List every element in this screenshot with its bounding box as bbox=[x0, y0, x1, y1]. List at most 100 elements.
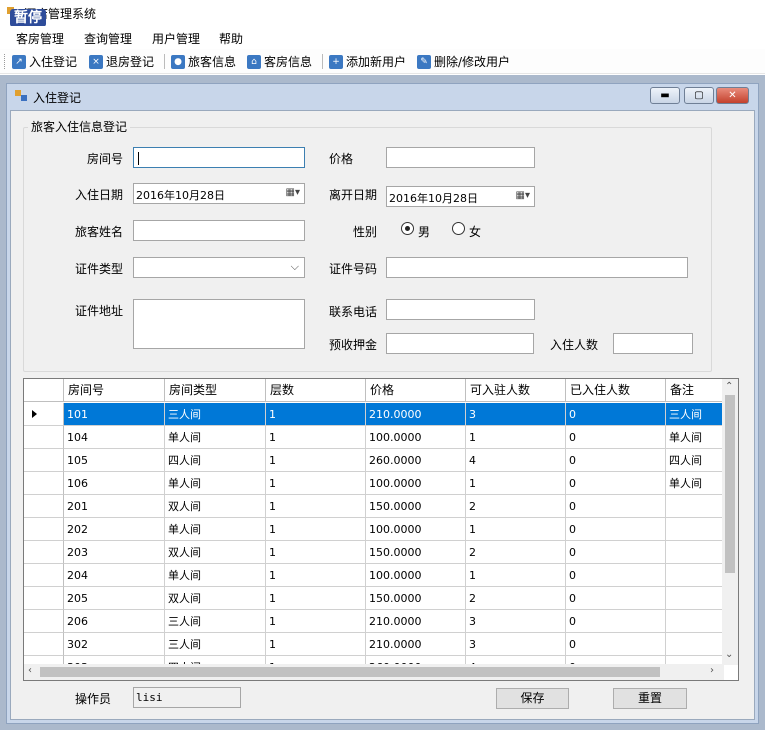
toolbar-edit-user-button[interactable]: ✎ 删除/修改用户 bbox=[417, 52, 510, 71]
cell-remark[interactable] bbox=[666, 541, 724, 564]
table-row[interactable]: 206 三人间 1 210.0000 3 0 bbox=[24, 610, 724, 633]
cell-room-type[interactable]: 三人间 bbox=[165, 633, 266, 656]
cell-room-type[interactable]: 单人间 bbox=[165, 472, 266, 495]
cell-occupied[interactable]: 0 bbox=[566, 610, 666, 633]
cell-floor[interactable]: 1 bbox=[266, 472, 366, 495]
cell-room-no[interactable]: 106 bbox=[64, 472, 165, 495]
cell-floor[interactable]: 1 bbox=[266, 518, 366, 541]
col-header-room-type[interactable]: 房间类型 bbox=[165, 379, 266, 402]
row-header[interactable] bbox=[24, 610, 64, 633]
gender-male-radio[interactable] bbox=[401, 222, 414, 235]
cell-room-no[interactable]: 101 bbox=[64, 403, 165, 426]
cell-occupied[interactable]: 0 bbox=[566, 472, 666, 495]
horizontal-scroll-thumb[interactable] bbox=[40, 667, 660, 677]
scroll-down-icon[interactable]: ⌄ bbox=[725, 649, 733, 660]
cell-price[interactable]: 100.0000 bbox=[366, 564, 466, 587]
cell-room-type[interactable]: 双人间 bbox=[165, 541, 266, 564]
vertical-scroll-thumb[interactable] bbox=[725, 395, 735, 573]
cell-room-type[interactable]: 双人间 bbox=[165, 587, 266, 610]
cell-remark[interactable] bbox=[666, 564, 724, 587]
row-header[interactable] bbox=[24, 518, 64, 541]
chevron-down-icon[interactable]: ⌵ bbox=[291, 260, 299, 274]
cell-room-type[interactable]: 三人间 bbox=[165, 610, 266, 633]
cell-price[interactable]: 150.0000 bbox=[366, 495, 466, 518]
cell-occupied[interactable]: 0 bbox=[566, 587, 666, 610]
maximize-button[interactable]: ▢ bbox=[684, 87, 714, 104]
cell-remark[interactable]: 三人间 bbox=[666, 403, 724, 426]
gender-male-label[interactable]: 男 bbox=[418, 223, 430, 240]
cell-capacity[interactable]: 2 bbox=[466, 587, 566, 610]
scroll-left-icon[interactable]: ‹ bbox=[28, 665, 32, 676]
cell-capacity[interactable]: 3 bbox=[466, 633, 566, 656]
table-row[interactable]: 203 双人间 1 150.0000 2 0 bbox=[24, 541, 724, 564]
col-header-room-no[interactable]: 房间号 bbox=[64, 379, 165, 402]
table-row[interactable]: 302 三人间 1 210.0000 3 0 bbox=[24, 633, 724, 656]
save-button[interactable]: 保存 bbox=[496, 688, 569, 709]
gender-female-label[interactable]: 女 bbox=[469, 223, 481, 240]
cell-occupied[interactable]: 0 bbox=[566, 426, 666, 449]
cell-floor[interactable]: 1 bbox=[266, 633, 366, 656]
id-type-select[interactable]: ⌵ bbox=[133, 257, 305, 278]
row-header[interactable] bbox=[24, 564, 64, 587]
cell-capacity[interactable]: 1 bbox=[466, 472, 566, 495]
cell-price[interactable]: 100.0000 bbox=[366, 518, 466, 541]
cell-remark[interactable] bbox=[666, 518, 724, 541]
row-header[interactable] bbox=[24, 633, 64, 656]
cell-capacity[interactable]: 4 bbox=[466, 449, 566, 472]
col-header-occupied[interactable]: 已入住人数 bbox=[566, 379, 666, 402]
cell-room-no[interactable]: 104 bbox=[64, 426, 165, 449]
toolbar-checkout-button[interactable]: × 退房登记 bbox=[89, 52, 154, 71]
cell-capacity[interactable]: 1 bbox=[466, 518, 566, 541]
toolbar-grip[interactable] bbox=[4, 54, 7, 69]
room-data-grid[interactable]: 房间号 房间类型 层数 价格 可入驻人数 已入住人数 备注 101 三人间 1 210… bbox=[23, 378, 739, 681]
deposit-input[interactable] bbox=[386, 333, 534, 354]
col-header-floor[interactable]: 层数 bbox=[266, 379, 366, 402]
phone-input[interactable] bbox=[386, 299, 535, 320]
guest-count-input[interactable] bbox=[613, 333, 693, 354]
cell-price[interactable]: 150.0000 bbox=[366, 541, 466, 564]
cell-room-no[interactable]: 206 bbox=[64, 610, 165, 633]
cell-price[interactable]: 210.0000 bbox=[366, 610, 466, 633]
cell-price[interactable]: 100.0000 bbox=[366, 472, 466, 495]
cell-occupied[interactable]: 0 bbox=[566, 495, 666, 518]
toolbar-checkin-button[interactable]: ↗ 入住登记 bbox=[12, 52, 77, 71]
close-button[interactable]: ✕ bbox=[716, 87, 749, 104]
cell-remark[interactable] bbox=[666, 610, 724, 633]
row-header[interactable] bbox=[24, 541, 64, 564]
table-row[interactable]: 201 双人间 1 150.0000 2 0 bbox=[24, 495, 724, 518]
menu-user-management[interactable]: 用户管理 bbox=[152, 30, 200, 47]
cell-floor[interactable]: 1 bbox=[266, 541, 366, 564]
cell-floor[interactable]: 1 bbox=[266, 426, 366, 449]
table-row[interactable]: 104 单人间 1 100.0000 1 0 单人间 bbox=[24, 426, 724, 449]
cell-room-type[interactable]: 四人间 bbox=[165, 449, 266, 472]
cell-floor[interactable]: 1 bbox=[266, 587, 366, 610]
room-no-input[interactable] bbox=[133, 147, 305, 168]
cell-remark[interactable] bbox=[666, 587, 724, 610]
scroll-up-icon[interactable]: ⌃ bbox=[725, 381, 733, 392]
row-header[interactable] bbox=[24, 495, 64, 518]
row-header[interactable] bbox=[24, 472, 64, 495]
col-header-price[interactable]: 价格 bbox=[366, 379, 466, 402]
cell-floor[interactable]: 1 bbox=[266, 610, 366, 633]
toolbar-add-user-button[interactable]: + 添加新用户 bbox=[329, 52, 406, 71]
toolbar-guest-info-button[interactable]: ● 旅客信息 bbox=[171, 52, 236, 71]
cell-price[interactable]: 210.0000 bbox=[366, 403, 466, 426]
checkout-date-picker[interactable]: 2016年10月28日 ▦▾ bbox=[386, 186, 535, 207]
cell-capacity[interactable]: 3 bbox=[466, 610, 566, 633]
cell-floor[interactable]: 1 bbox=[266, 403, 366, 426]
reset-button[interactable]: 重置 bbox=[613, 688, 687, 709]
cell-occupied[interactable]: 0 bbox=[566, 541, 666, 564]
toolbar-room-info-button[interactable]: ⌂ 客房信息 bbox=[247, 52, 312, 71]
calendar-dropdown-icon[interactable]: ▦▾ bbox=[286, 187, 300, 198]
cell-occupied[interactable]: 0 bbox=[566, 449, 666, 472]
cell-room-type[interactable]: 单人间 bbox=[165, 564, 266, 587]
cell-price[interactable]: 100.0000 bbox=[366, 426, 466, 449]
cell-occupied[interactable]: 0 bbox=[566, 518, 666, 541]
cell-room-no[interactable]: 203 bbox=[64, 541, 165, 564]
cell-floor[interactable]: 1 bbox=[266, 564, 366, 587]
id-address-textarea[interactable] bbox=[133, 299, 305, 349]
cell-room-type[interactable]: 单人间 bbox=[165, 518, 266, 541]
cell-floor[interactable]: 1 bbox=[266, 449, 366, 472]
menu-query-management[interactable]: 查询管理 bbox=[84, 30, 132, 47]
scroll-right-icon[interactable]: › bbox=[710, 665, 714, 676]
